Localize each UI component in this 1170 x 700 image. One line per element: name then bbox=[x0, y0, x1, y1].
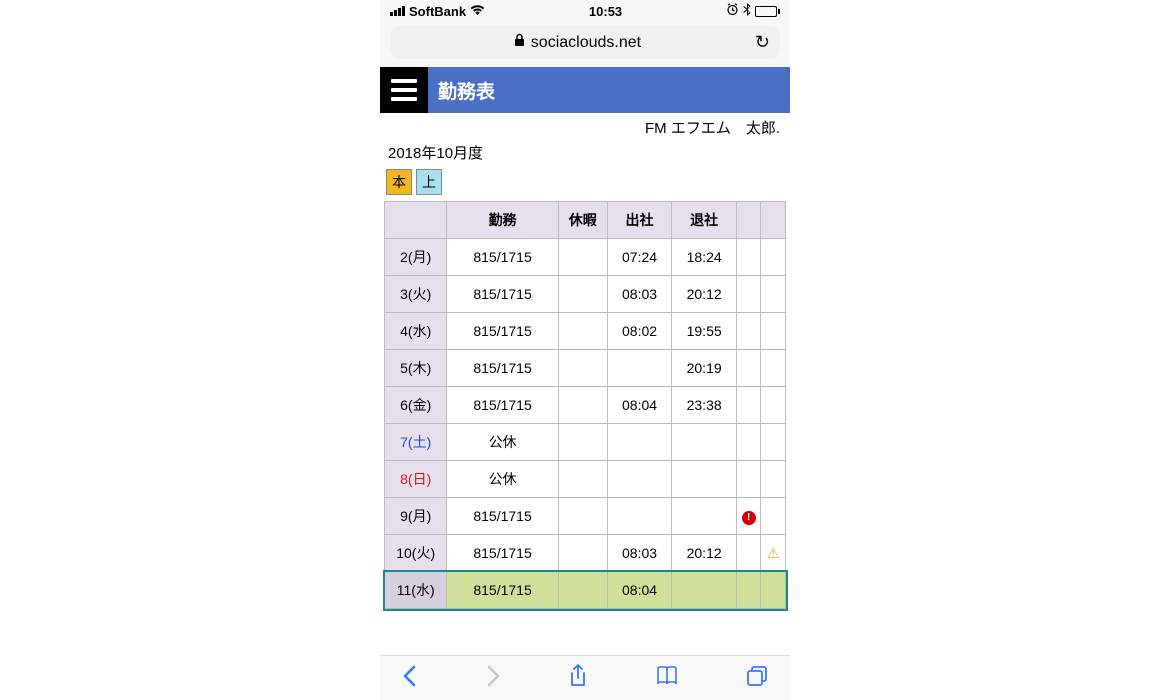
date-cell: 7(土) bbox=[385, 424, 447, 461]
table-row[interactable]: 5(木)815/171520:19 bbox=[385, 350, 786, 387]
date-cell: 8(日) bbox=[385, 461, 447, 498]
table-row[interactable]: 10(火)815/171508:0320:12⚠ bbox=[385, 535, 786, 572]
app-header: 勤務表 bbox=[380, 67, 790, 113]
bluetooth-icon bbox=[743, 3, 751, 19]
col-status1 bbox=[736, 202, 761, 239]
error-icon: ! bbox=[742, 511, 756, 525]
wifi-icon bbox=[470, 4, 485, 19]
forward-button[interactable] bbox=[485, 665, 501, 693]
chip-jou[interactable]: 上 bbox=[416, 169, 442, 195]
lock-icon bbox=[514, 33, 525, 52]
bookmarks-button[interactable] bbox=[655, 666, 679, 692]
alarm-icon bbox=[726, 3, 739, 19]
date-cell: 4(水) bbox=[385, 313, 447, 350]
url-bar[interactable]: sociaclouds.net ↻ bbox=[390, 26, 780, 59]
page-content: 勤務表 FM エフエム 太郎. 2018年10月度 本 上 勤務 休暇 出社 退… bbox=[380, 67, 790, 655]
period-label: 2018年10月度 bbox=[380, 140, 790, 165]
col-work: 勤務 bbox=[447, 202, 558, 239]
table-row[interactable]: 6(金)815/171508:0423:38 bbox=[385, 387, 786, 424]
tabs-button[interactable] bbox=[746, 665, 768, 693]
col-out: 退社 bbox=[672, 202, 737, 239]
col-status2 bbox=[761, 202, 786, 239]
chip-hon[interactable]: 本 bbox=[386, 169, 412, 195]
back-button[interactable] bbox=[402, 665, 418, 693]
url-text: sociaclouds.net bbox=[531, 34, 641, 52]
warning-icon: ⚠ bbox=[767, 545, 780, 561]
attendance-table: 勤務 休暇 出社 退社 2(月)815/171507:2418:243(火)81… bbox=[384, 201, 786, 609]
date-cell: 11(水) bbox=[385, 572, 447, 609]
table-row[interactable]: 3(火)815/171508:0320:12 bbox=[385, 276, 786, 313]
reload-icon[interactable]: ↻ bbox=[755, 32, 770, 53]
date-cell: 9(月) bbox=[385, 498, 447, 535]
table-row[interactable]: 11(水)815/171508:04 bbox=[385, 572, 786, 609]
date-cell: 10(火) bbox=[385, 535, 447, 572]
table-row[interactable]: 4(水)815/171508:0219:55 bbox=[385, 313, 786, 350]
date-cell: 3(火) bbox=[385, 276, 447, 313]
safari-toolbar bbox=[380, 655, 790, 700]
col-holiday: 休暇 bbox=[558, 202, 607, 239]
phone-frame: SoftBank 10:53 sociaclouds.net ↻ bbox=[380, 0, 790, 700]
col-in: 出社 bbox=[607, 202, 672, 239]
table-row[interactable]: 2(月)815/171507:2418:24 bbox=[385, 239, 786, 276]
status-time: 10:53 bbox=[589, 4, 622, 19]
date-cell: 5(木) bbox=[385, 350, 447, 387]
battery-icon bbox=[755, 6, 780, 17]
table-row[interactable]: 8(日)公休 bbox=[385, 461, 786, 498]
share-button[interactable] bbox=[568, 664, 588, 694]
menu-button[interactable] bbox=[380, 67, 428, 113]
carrier-label: SoftBank bbox=[409, 4, 466, 19]
status-bar: SoftBank 10:53 bbox=[380, 0, 790, 22]
table-row[interactable]: 7(土)公休 bbox=[385, 424, 786, 461]
user-label: FM エフエム 太郎. bbox=[380, 113, 790, 140]
date-cell: 6(金) bbox=[385, 387, 447, 424]
page-title: 勤務表 bbox=[428, 77, 495, 104]
col-date bbox=[385, 202, 447, 239]
signal-icon bbox=[390, 6, 405, 16]
date-cell: 2(月) bbox=[385, 239, 447, 276]
table-row[interactable]: 9(月)815/1715! bbox=[385, 498, 786, 535]
